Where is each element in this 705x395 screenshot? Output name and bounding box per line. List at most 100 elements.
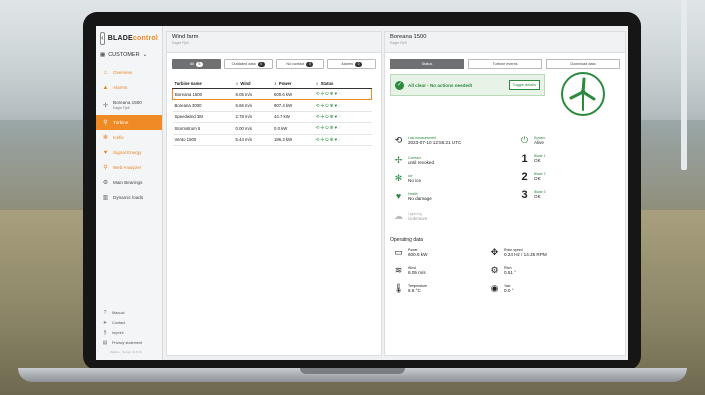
wind-farm-title: Wind farm xyxy=(172,34,199,40)
gear-icon: ⚙ xyxy=(490,265,499,275)
power-cell: 186.3 kW xyxy=(271,134,314,146)
heart-icon: ♥ xyxy=(103,149,108,156)
filter-bar: All 5 Outdated data 0 No contact 0 Alarms 0 xyxy=(167,53,381,73)
toggle-details-button[interactable]: Toggle details xyxy=(508,80,540,90)
count-badge: 0 xyxy=(257,61,265,67)
column-header-name[interactable]: Turbine name xyxy=(172,79,234,89)
pitch-reading: ⚙ Pitch 0.51 ° xyxy=(490,265,517,276)
turbine-icon: ✢ xyxy=(102,102,109,109)
contract-status: ✢ Contract until revoked xyxy=(394,155,435,166)
wind-icon: ≋ xyxy=(394,265,403,275)
sidebar-item-manual[interactable]: ? Manual xyxy=(96,308,162,318)
sidebar-item-turbine-selected[interactable]: ✢ Boreana 1500 Eagle Fjell xyxy=(96,95,162,115)
back-button[interactable]: ‹ xyxy=(100,32,105,45)
sidebar-item-privacy[interactable]: ▤ Privacy statement xyxy=(96,338,162,348)
table-row[interactable]: Speedwind 3M 2.78 m/s 44.7 kW ⟲✢⏻✻♥○ xyxy=(172,111,372,124)
blade-1-status: 1 Blade 1 OK xyxy=(521,153,546,165)
yaw-reading: ◉ Yaw 0.0 ° xyxy=(490,283,514,294)
turbine-name-cell: Vento 1500 xyxy=(172,134,234,146)
app-screen: ‹ BLADEcontrol ▦ CUSTOMER ⌄ ⌂ Overview ▲… xyxy=(96,26,628,360)
customer-selector[interactable]: ▦ CUSTOMER ⌄ xyxy=(96,49,162,61)
turbine-name-cell: Boreana 3000 xyxy=(172,99,234,112)
building-icon: ▦ xyxy=(100,52,106,58)
sidebar-item-contact[interactable]: ➤ Contact xyxy=(96,318,162,328)
tab-turbine-events[interactable]: Turbine events xyxy=(468,59,542,69)
selected-turbine-label: Boreana 1500 xyxy=(113,100,142,105)
thermometer-icon: 🌡︎ xyxy=(393,283,405,293)
count-badge: 5 xyxy=(195,61,203,67)
warning-icon: ▲ xyxy=(102,84,109,91)
status-icons: ⟲✢⏻✻♥○ xyxy=(313,111,372,124)
sidebar-item-overview[interactable]: ⌂ Overview xyxy=(96,65,162,80)
sidebar-footer: ? Manual ➤ Contact § Imprint ▤ Privacy s… xyxy=(96,308,162,356)
wind-cell: 2.78 m/s xyxy=(233,111,272,124)
wind-cell: 5.44 m/s xyxy=(233,134,272,146)
turbine-subtitle: Eagle Fjell xyxy=(390,41,407,45)
selected-turbine-sublabel: Eagle Fjell xyxy=(113,106,130,110)
history-icon: ⟲ xyxy=(394,135,403,145)
wind-cell: 6.66 m/s xyxy=(233,99,272,112)
table-row[interactable]: Boreana 1500 8.05 m/s 600.6 kW ⟲✢⏻✻♥○ xyxy=(172,87,372,101)
tab-download-data[interactable]: Download data xyxy=(546,59,620,69)
snowflake-icon: ✻ xyxy=(102,135,109,141)
laptop-notch xyxy=(300,368,405,374)
turbine-name-cell: Stormstrom 5 xyxy=(172,122,234,135)
bearing-icon: ⚙ xyxy=(102,180,109,186)
column-header-wind[interactable]: ⇕ Wind xyxy=(233,79,272,89)
turbine-table: Turbine name ⇕ Wind ⇕ Power ⇕ Status Borean… xyxy=(172,79,372,146)
turbine-title: Boreana 1500 xyxy=(390,34,427,40)
status-icons: ⟲✢⏻✻♥○ xyxy=(313,87,372,101)
blade-3-status: 3 Blade 3 OK xyxy=(521,189,546,201)
home-icon: ⌂ xyxy=(103,69,108,76)
table-row[interactable]: Boreana 3000 6.66 m/s 907.4 kW ⟲✢⏻✻♥○ xyxy=(172,99,372,112)
customer-label: CUSTOMER xyxy=(108,52,140,58)
cloud-icon: ☁ xyxy=(394,211,403,221)
wind-reading: ≋ Wind 8.05 m/s xyxy=(394,265,426,276)
power-icon: ⏻ xyxy=(520,135,529,145)
sidebar-item-web-analyzer[interactable]: ⚲ Web Analyzer xyxy=(96,160,162,175)
turbine-name-cell: Boreana 1500 xyxy=(172,87,234,101)
status-icons: ⟲✢⏻✻♥○ xyxy=(313,122,372,135)
sidebar-item-icefix[interactable]: ✻ Icefix xyxy=(96,130,162,145)
column-header-power[interactable]: ⇕ Power xyxy=(271,79,314,89)
wind-farm-header: Wind farm Eagle Fjell xyxy=(167,32,381,53)
power-cell: 907.4 kW xyxy=(271,99,314,112)
count-badge: 0 xyxy=(306,61,314,67)
search-icon: ⚲ xyxy=(103,120,108,126)
chart-icon: ▥ xyxy=(102,195,109,201)
snowflake-icon: ✻ xyxy=(394,173,403,183)
filter-outdated[interactable]: Outdated data 0 xyxy=(223,59,273,69)
power-cell: 600.6 kW xyxy=(271,87,314,101)
wind-farm-panel: Wind farm Eagle Fjell All 5 Outdated data… xyxy=(166,31,382,356)
sort-icon: ⇕ xyxy=(315,82,319,86)
handshake-icon: ✢ xyxy=(394,155,403,165)
filter-alarms[interactable]: Alarms 0 xyxy=(327,59,376,69)
table-row[interactable]: Stormstrom 5 0.00 m/s 0.0 kW ⟲✢⏻✻♥○ xyxy=(172,122,372,135)
count-badge: 0 xyxy=(355,61,363,67)
sidebar-item-imprint[interactable]: § Imprint xyxy=(96,328,162,338)
status-icons: ⟲✢⏻✻♥○ xyxy=(313,134,372,146)
sidebar-header: ‹ BLADEcontrol xyxy=(96,26,162,49)
blade-2-status: 2 Blade 2 OK xyxy=(521,171,546,183)
chevron-down-icon: ⌄ xyxy=(142,52,148,58)
tab-status[interactable]: Status xyxy=(390,59,464,69)
sidebar-item-turbine[interactable]: ⚲ Turbine xyxy=(96,115,162,130)
filter-all[interactable]: All 5 xyxy=(172,59,221,69)
send-icon: ➤ xyxy=(102,320,108,326)
wind-cell: 8.05 m/s xyxy=(233,87,272,101)
power-cell: 0.0 kW xyxy=(271,122,314,135)
turbine-status-icon xyxy=(561,72,605,116)
alert-text: All clear - No actions needed! xyxy=(408,82,473,88)
temperature-reading: 🌡︎ Temperature 6.6 °C xyxy=(393,283,428,294)
power-reading: ▭ Power 600.6 kW xyxy=(394,247,428,258)
sidebar-item-main-bearings[interactable]: ⚙ Main Bearings xyxy=(96,175,162,190)
sidebar-item-signal-energy[interactable]: ♥ Signal Energy xyxy=(96,145,162,160)
document-icon: ▤ xyxy=(102,340,108,346)
health-status: ♥ Health No damage xyxy=(393,192,432,202)
sidebar-item-alarms[interactable]: ▲ Alarms xyxy=(96,80,162,95)
table-row[interactable]: Vento 1500 5.44 m/s 186.3 kW ⟲✢⏻✻♥○ xyxy=(172,134,372,146)
filter-no-contact[interactable]: No contact 0 xyxy=(275,59,325,69)
sidebar-item-dynamic-loads[interactable]: ▥ Dynamic loads xyxy=(96,190,162,205)
status-icons: ⟲✢⏻✻♥○ xyxy=(313,99,372,112)
column-header-status[interactable]: ⇕ Status xyxy=(313,79,372,89)
